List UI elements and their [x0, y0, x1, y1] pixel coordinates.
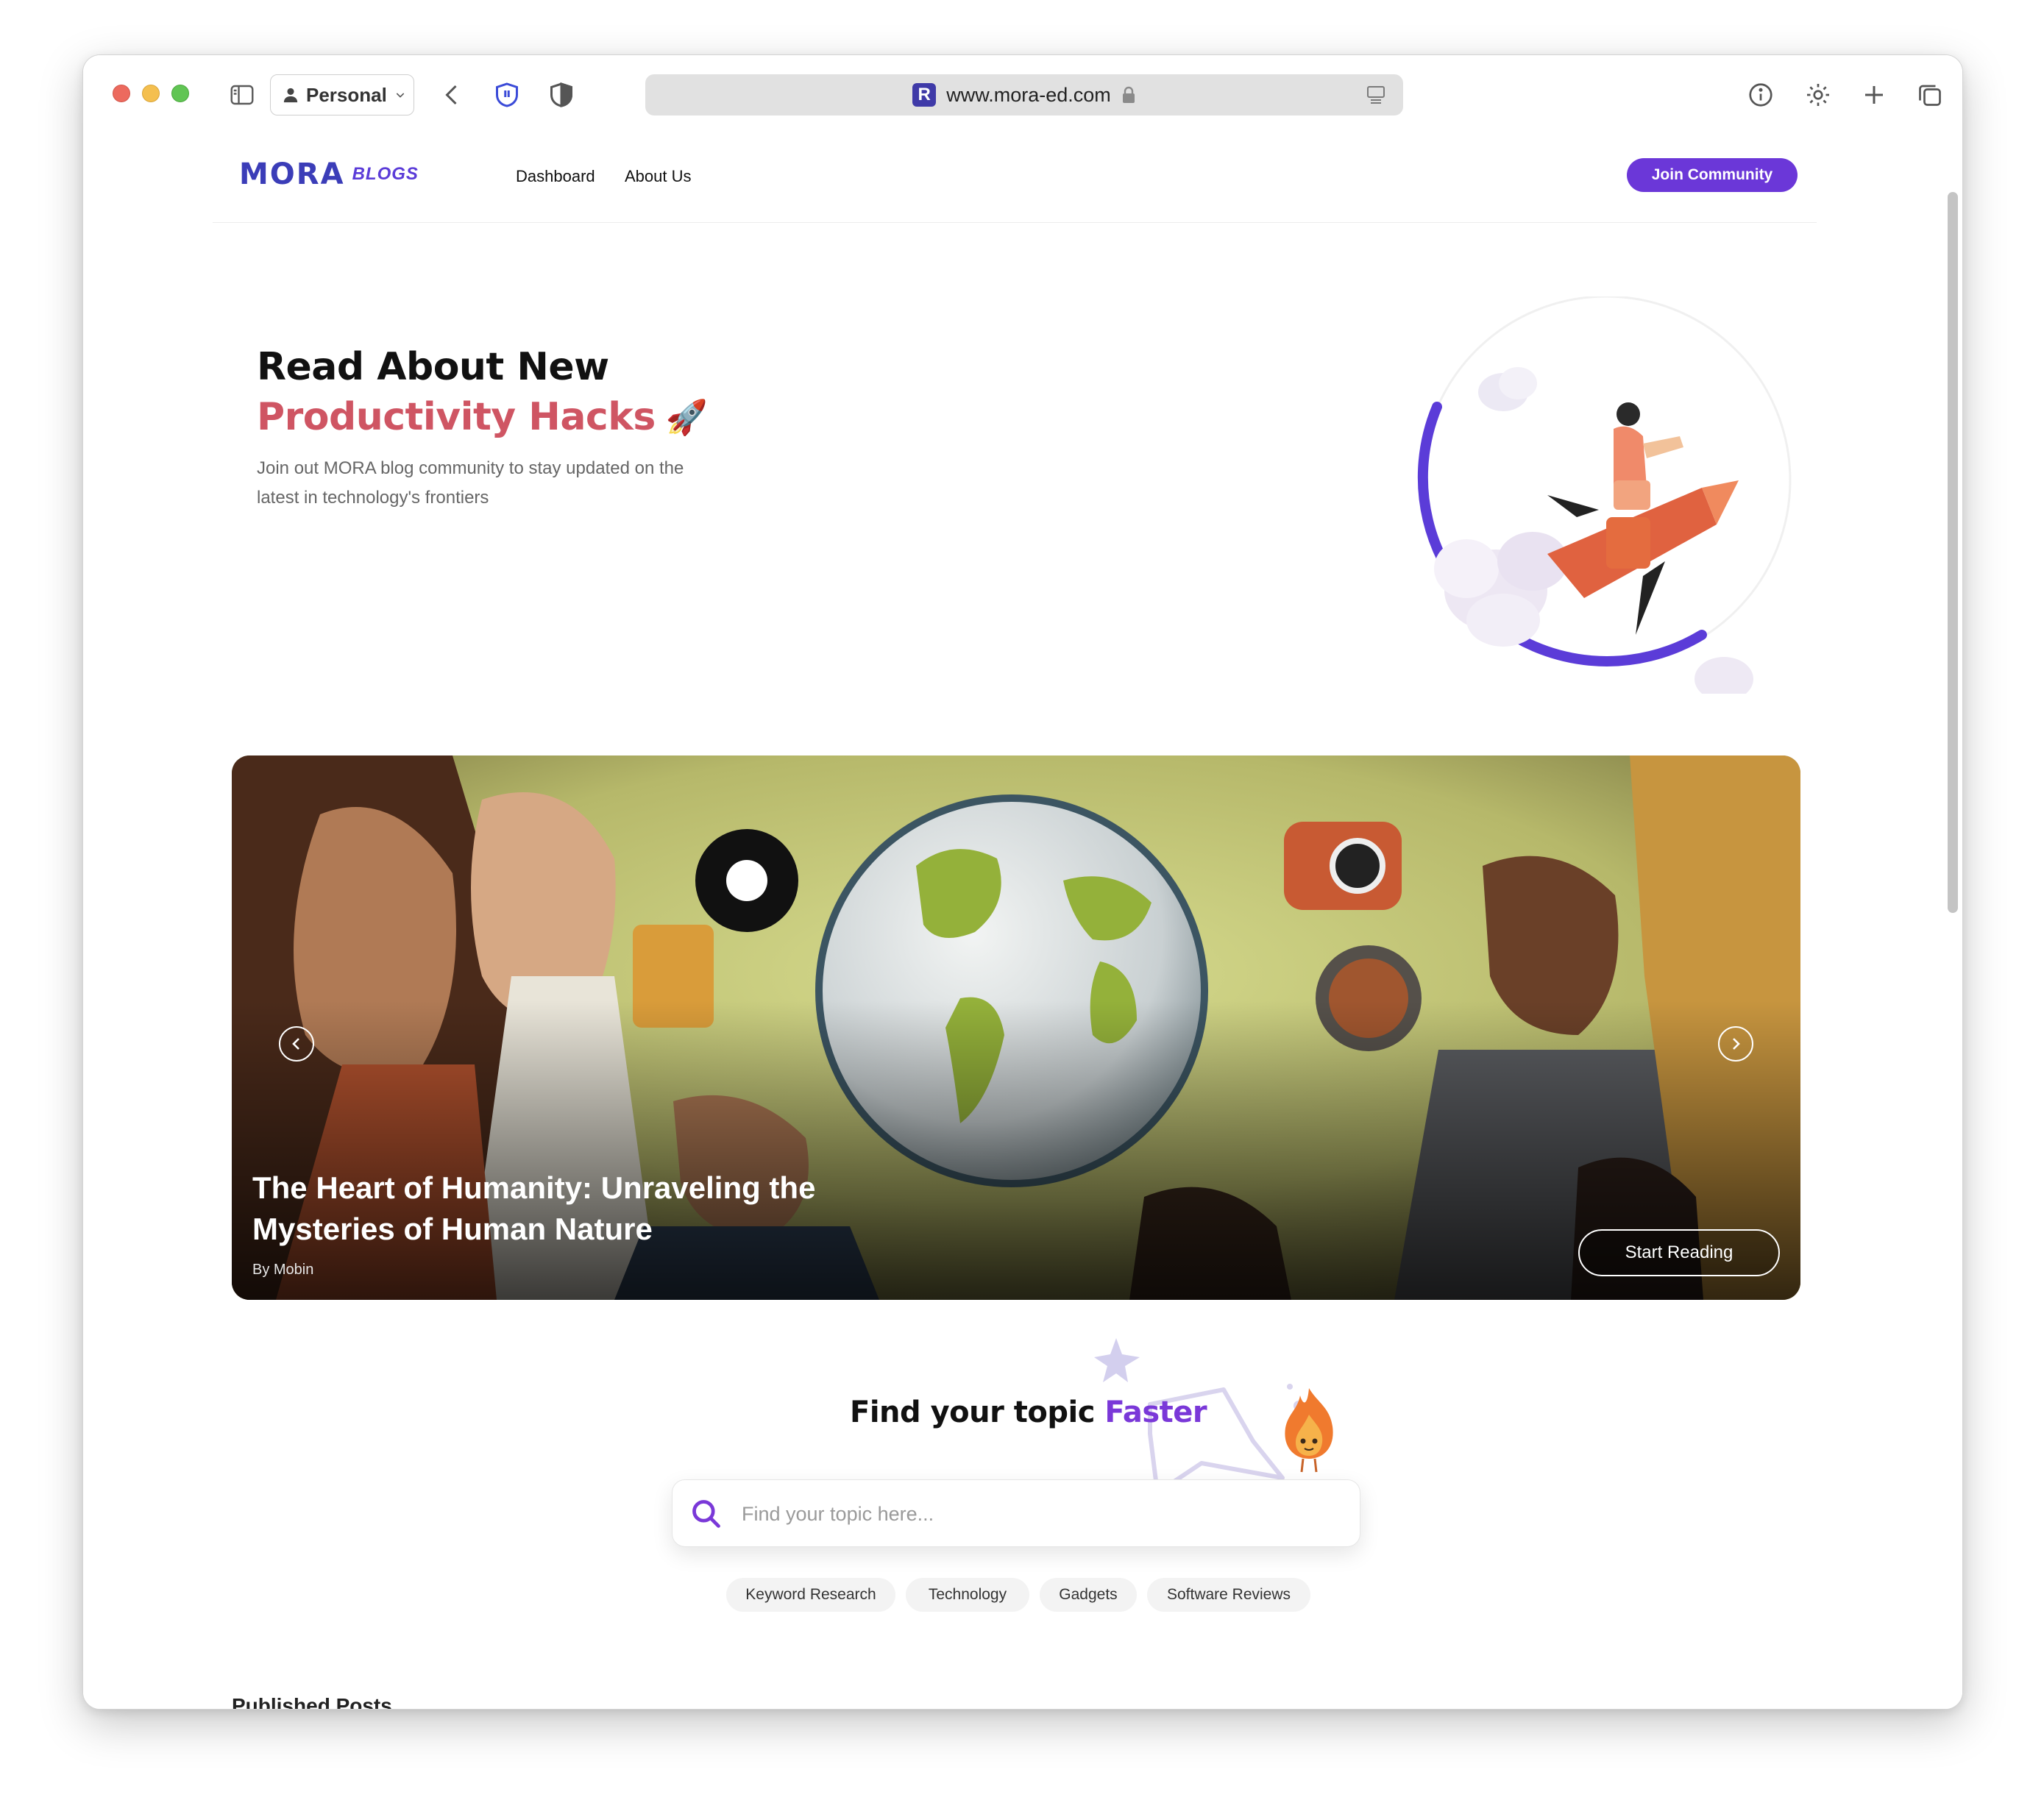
search-title-main: Find your topic	[850, 1395, 1095, 1429]
profile-label: Personal	[306, 83, 387, 106]
web-page: MORA BLOGS Dashboard About Us Join Commu…	[83, 132, 1962, 1710]
search-icon	[692, 1500, 720, 1528]
site-header: MORA BLOGS Dashboard About Us Join Commu…	[213, 132, 1817, 223]
close-window-button[interactable]	[113, 85, 130, 102]
topic-chip-gadgets[interactable]: Gadgets	[1040, 1578, 1137, 1612]
chevron-down-icon	[396, 93, 405, 98]
sidebar-toggle-icon[interactable]	[224, 77, 260, 113]
gear-icon[interactable]	[1800, 77, 1836, 113]
desktop: Personal R www.mora-ed.com MORA BLOGS Da…	[0, 0, 2044, 1817]
search-title-accent: Faster	[1104, 1395, 1207, 1429]
zoom-window-button[interactable]	[171, 85, 189, 102]
url-text: www.mora-ed.com	[946, 83, 1111, 106]
nav-dashboard-link[interactable]: Dashboard	[516, 167, 595, 186]
published-posts-heading: Published Posts	[232, 1694, 392, 1710]
logo-text: MORA	[239, 157, 345, 191]
minimize-window-button[interactable]	[142, 85, 160, 102]
chevron-right-icon	[1733, 1038, 1740, 1050]
rocket-icon: 🚀	[665, 397, 708, 437]
nav-about-link[interactable]: About Us	[625, 167, 692, 186]
featured-carousel[interactable]: The Heart of Humanity: Unraveling the My…	[232, 755, 1800, 1300]
site-logo[interactable]: MORA BLOGS	[239, 157, 419, 191]
topic-chip-keyword-research[interactable]: Keyword Research	[726, 1578, 895, 1612]
password-manager-icon[interactable]	[489, 77, 525, 113]
tab-overview-icon[interactable]	[1912, 77, 1948, 113]
logo-suffix: BLOGS	[352, 164, 419, 184]
search-section-title: Find your topic Faster	[850, 1395, 1207, 1429]
hero-title-line1: Read About New	[257, 345, 609, 389]
new-tab-icon[interactable]	[1856, 77, 1892, 113]
address-bar[interactable]: R www.mora-ed.com	[645, 74, 1403, 115]
topic-search-box[interactable]	[672, 1479, 1360, 1547]
featured-post-title[interactable]: The Heart of Humanity: Unraveling the My…	[252, 1167, 915, 1250]
person-icon	[283, 88, 298, 103]
hero-subtitle: Join out MORA blog community to stay upd…	[257, 458, 684, 508]
hero-title-accent: Productivity Hacks	[257, 395, 656, 439]
topic-chip-technology[interactable]: Technology	[906, 1578, 1029, 1612]
chevron-left-icon	[292, 1038, 299, 1050]
browser-window: Personal R www.mora-ed.com MORA BLOGS Da…	[82, 54, 1963, 1710]
lock-icon	[1122, 86, 1135, 103]
info-icon[interactable]	[1743, 77, 1778, 113]
site-favicon-icon: R	[912, 83, 937, 107]
carousel-prev-button[interactable]	[279, 1026, 314, 1062]
browser-toolbar: Personal R www.mora-ed.com	[83, 55, 1962, 132]
search-input[interactable]	[742, 1493, 1330, 1535]
topic-chip-software-reviews[interactable]: Software Reviews	[1147, 1578, 1310, 1612]
hero-title-line2: Productivity Hacks 🚀	[257, 395, 708, 439]
fire-mascot-icon	[1285, 1388, 1333, 1473]
join-community-button[interactable]: Join Community	[1627, 158, 1798, 192]
start-reading-button[interactable]: Start Reading	[1578, 1229, 1780, 1276]
profile-switcher[interactable]: Personal	[270, 74, 414, 115]
featured-post-author: By Mobin	[252, 1262, 314, 1278]
reader-mode-icon[interactable]	[1365, 85, 1387, 105]
carousel-next-button[interactable]	[1718, 1026, 1753, 1062]
back-icon[interactable]	[435, 77, 470, 113]
hero-illustration	[1417, 296, 1792, 694]
page-scrollbar[interactable]	[1948, 192, 1958, 913]
shield-icon[interactable]	[544, 77, 579, 113]
